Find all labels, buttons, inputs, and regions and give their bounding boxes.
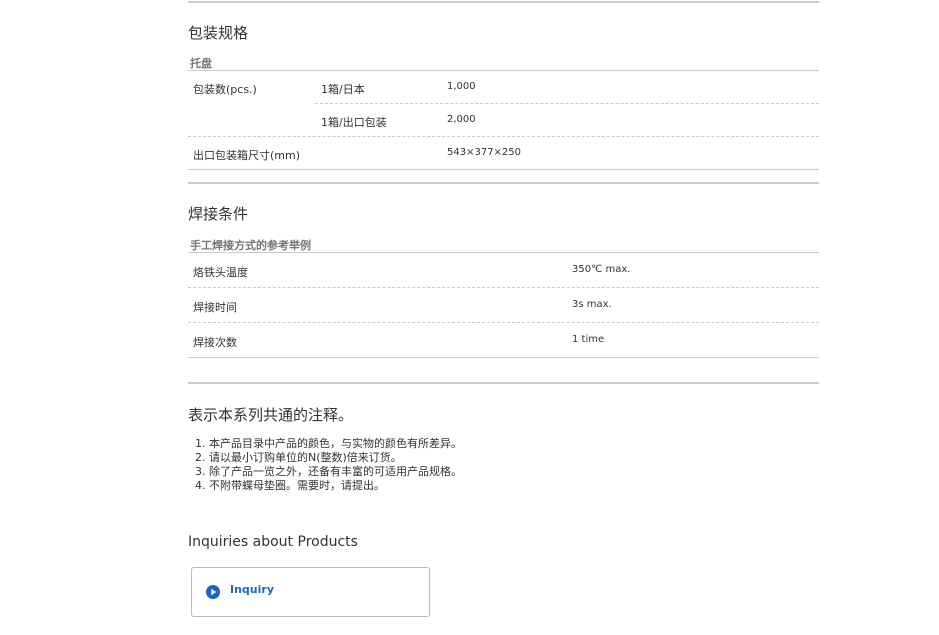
section-divider xyxy=(188,182,819,184)
row-label: 包装数(pcs.) xyxy=(193,83,257,96)
row-label: 出口包装箱尺寸(mm) xyxy=(193,149,301,162)
list-item: 1. 本产品目录中产品的颜色，与实物的颜色有所差异。 xyxy=(195,437,462,450)
soldering-title: 焊接条件 xyxy=(188,205,249,223)
row-value: 543×377×250 xyxy=(447,147,522,158)
row-sub-label: 1箱/出口包装 xyxy=(321,116,387,129)
row-label: 焊接时间 xyxy=(193,301,237,314)
list-item: 3. 除了产品一览之外，还备有丰富的可适用产品规格。 xyxy=(195,465,462,478)
row-value: 350℃ max. xyxy=(572,264,631,275)
row-value: 1,000 xyxy=(447,81,476,92)
table-row: 焊接次数 1 time xyxy=(188,323,819,358)
play-circle-icon xyxy=(206,585,220,599)
packaging-title: 包装规格 xyxy=(188,24,249,42)
table-row: 焊接时间 3s max. xyxy=(188,288,819,323)
inquiries-title: Inquiries about Products xyxy=(188,534,358,550)
packaging-table: 包装数(pcs.) 1箱/日本 1,000 1箱/出口包装 2,000 出口包装… xyxy=(188,70,819,170)
section-divider xyxy=(188,382,819,384)
product-spec-content: 包装规格 托盘 包装数(pcs.) 1箱/日本 1,000 1箱/出口包装 2,… xyxy=(188,0,819,617)
inquiry-button[interactable]: Inquiry xyxy=(191,567,430,617)
inquiry-label: Inquiry xyxy=(230,583,274,596)
soldering-subtitle: 手工焊接方式的参考举例 xyxy=(190,239,311,252)
list-item: 4. 不附带蝶母垫圈。需要时，请提出。 xyxy=(195,479,385,492)
table-row: 出口包装箱尺寸(mm) 543×377×250 xyxy=(188,137,819,170)
notes-title: 表示本系列共通的注释。 xyxy=(188,406,354,424)
table-row: 烙铁头温度 350℃ max. xyxy=(188,253,819,288)
row-divider xyxy=(188,169,819,170)
table-row: 包装数(pcs.) 1箱/日本 1,000 xyxy=(188,71,819,104)
row-value: 2,000 xyxy=(447,114,476,125)
row-divider xyxy=(188,357,819,358)
row-value: 1 time xyxy=(572,334,605,345)
top-divider xyxy=(188,1,819,3)
row-sub-label: 1箱/日本 xyxy=(321,83,365,96)
row-label: 焊接次数 xyxy=(193,336,237,349)
table-row: 1箱/出口包装 2,000 xyxy=(188,104,819,137)
row-label: 烙铁头温度 xyxy=(193,266,248,279)
list-item: 2. 请以最小订购单位的N(整数)倍来订货。 xyxy=(195,451,402,464)
notes-list: 1. 本产品目录中产品的颜色，与实物的颜色有所差异。 2. 请以最小订购单位的N… xyxy=(195,437,462,493)
packaging-subtitle: 托盘 xyxy=(190,57,212,70)
soldering-table: 烙铁头温度 350℃ max. 焊接时间 3s max. 焊接次数 1 time xyxy=(188,252,819,358)
row-value: 3s max. xyxy=(572,299,612,310)
